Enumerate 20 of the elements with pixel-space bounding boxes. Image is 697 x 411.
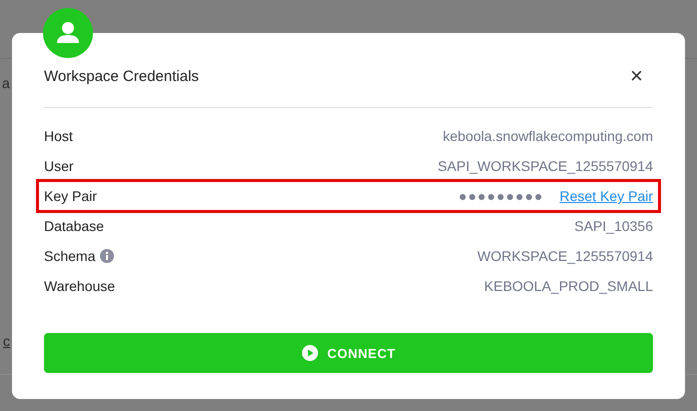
field-label: Host — [44, 128, 73, 144]
field-label: Schema — [44, 248, 96, 264]
field-value: KEBOOLA_PROD_SMALL — [484, 278, 653, 294]
dialog-title: Workspace Credentials — [44, 68, 199, 85]
background-text: c — [3, 333, 10, 349]
field-value: keboola.snowflakecomputing.com — [442, 128, 653, 144]
field-label: User — [44, 158, 74, 174]
field-label: Database — [44, 218, 104, 234]
masked-key: ●●●●●●●●● — [458, 188, 544, 204]
connect-button[interactable]: CONNECT — [44, 333, 653, 373]
info-icon[interactable] — [100, 249, 114, 263]
field-value: WORKSPACE_1255570914 — [477, 248, 653, 264]
field-label: Warehouse — [44, 278, 116, 294]
field-value: SAPI_10356 — [574, 218, 653, 234]
field-value: SAPI_WORKSPACE_1255570914 — [438, 158, 653, 174]
reset-key-pair-link[interactable]: Reset Key Pair — [560, 188, 653, 204]
field-label: Key Pair — [44, 188, 97, 204]
background-text: a — [2, 75, 10, 91]
close-button[interactable]: × — [626, 62, 647, 88]
play-icon — [301, 344, 320, 362]
